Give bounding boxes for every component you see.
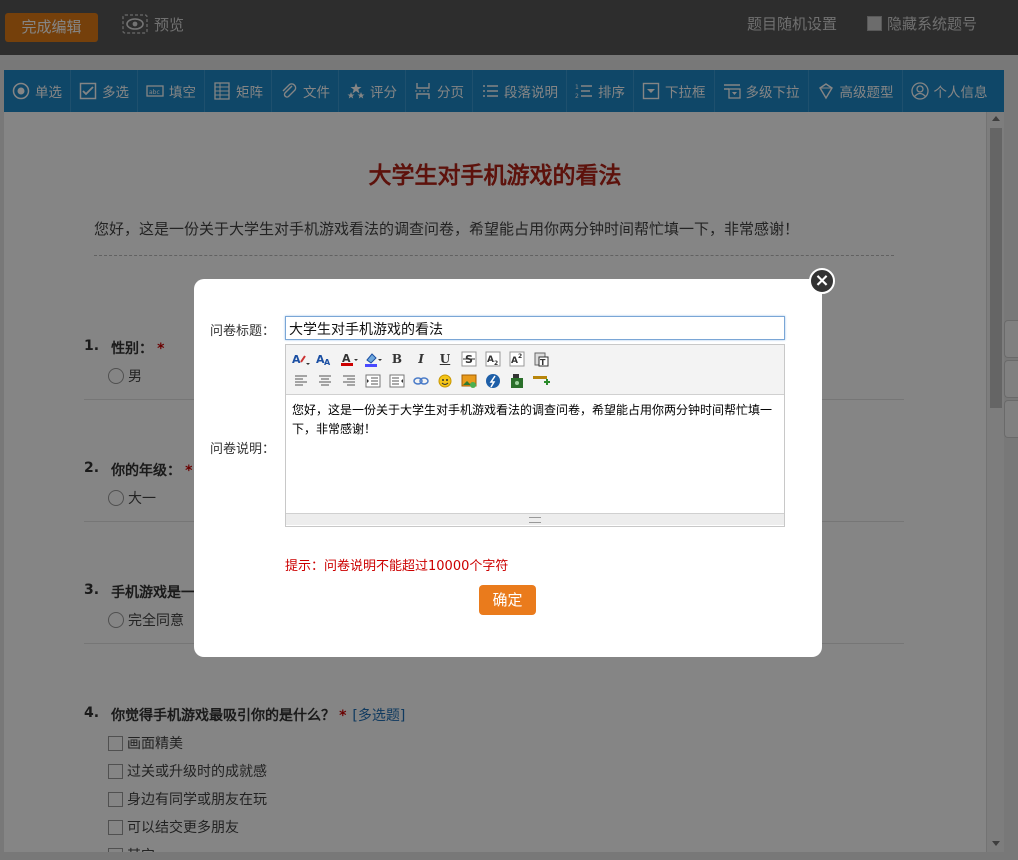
- svg-text:A: A: [487, 355, 494, 365]
- close-icon: ×: [814, 270, 830, 291]
- survey-info-dialog: 问卷标题： 大学生对手机游戏的看法 问卷说明： A AA A B I U S A…: [194, 279, 822, 657]
- align-left-icon[interactable]: [292, 372, 310, 390]
- subscript-icon[interactable]: A2: [484, 350, 502, 368]
- editor-resize-handle[interactable]: [286, 513, 784, 525]
- svg-text:T: T: [540, 358, 546, 367]
- outdent-icon[interactable]: [388, 372, 406, 390]
- resize-grip-icon: [529, 516, 541, 523]
- insert-flash-icon[interactable]: [484, 372, 502, 390]
- emoticon-icon[interactable]: [436, 372, 454, 390]
- svg-text:A: A: [511, 356, 518, 366]
- font-style-icon[interactable]: AA: [316, 350, 334, 368]
- paste-text-icon[interactable]: T: [532, 350, 550, 368]
- superscript-icon[interactable]: A2: [508, 350, 526, 368]
- font-color-icon[interactable]: A: [340, 350, 358, 368]
- bold-icon[interactable]: B: [388, 350, 406, 368]
- insert-image-icon[interactable]: [460, 372, 478, 390]
- format-clear-icon[interactable]: A: [292, 350, 310, 368]
- insert-video-icon[interactable]: [508, 372, 526, 390]
- link-icon[interactable]: [412, 372, 430, 390]
- close-dialog-button[interactable]: ×: [809, 268, 835, 294]
- confirm-button[interactable]: 确定: [479, 585, 536, 615]
- editor-toolbar: A AA A B I U S A2 A2 T: [286, 345, 784, 395]
- svg-text:A: A: [292, 353, 301, 366]
- indent-icon[interactable]: [364, 372, 382, 390]
- description-textarea[interactable]: 您好，这是一份关于大学生对手机游戏看法的调查问卷，希望能占用你两分钟时间帮忙填一…: [286, 395, 784, 513]
- title-label: 问卷标题：: [210, 324, 276, 339]
- survey-title-input[interactable]: 大学生对手机游戏的看法: [285, 316, 785, 340]
- length-hint: 提示：问卷说明不能超过10000个字符: [285, 559, 509, 574]
- insert-divider-icon[interactable]: [532, 372, 550, 390]
- svg-text:2: 2: [494, 360, 498, 367]
- highlight-color-icon[interactable]: [364, 350, 382, 368]
- underline-icon[interactable]: U: [436, 350, 454, 368]
- description-label: 问卷说明：: [210, 442, 276, 457]
- svg-text:2: 2: [518, 353, 522, 360]
- italic-icon[interactable]: I: [412, 350, 430, 368]
- align-center-icon[interactable]: [316, 372, 334, 390]
- align-right-icon[interactable]: [340, 372, 358, 390]
- strikethrough-icon[interactable]: S: [460, 350, 478, 368]
- rich-text-editor: A AA A B I U S A2 A2 T: [285, 344, 785, 527]
- svg-text:A: A: [324, 358, 331, 366]
